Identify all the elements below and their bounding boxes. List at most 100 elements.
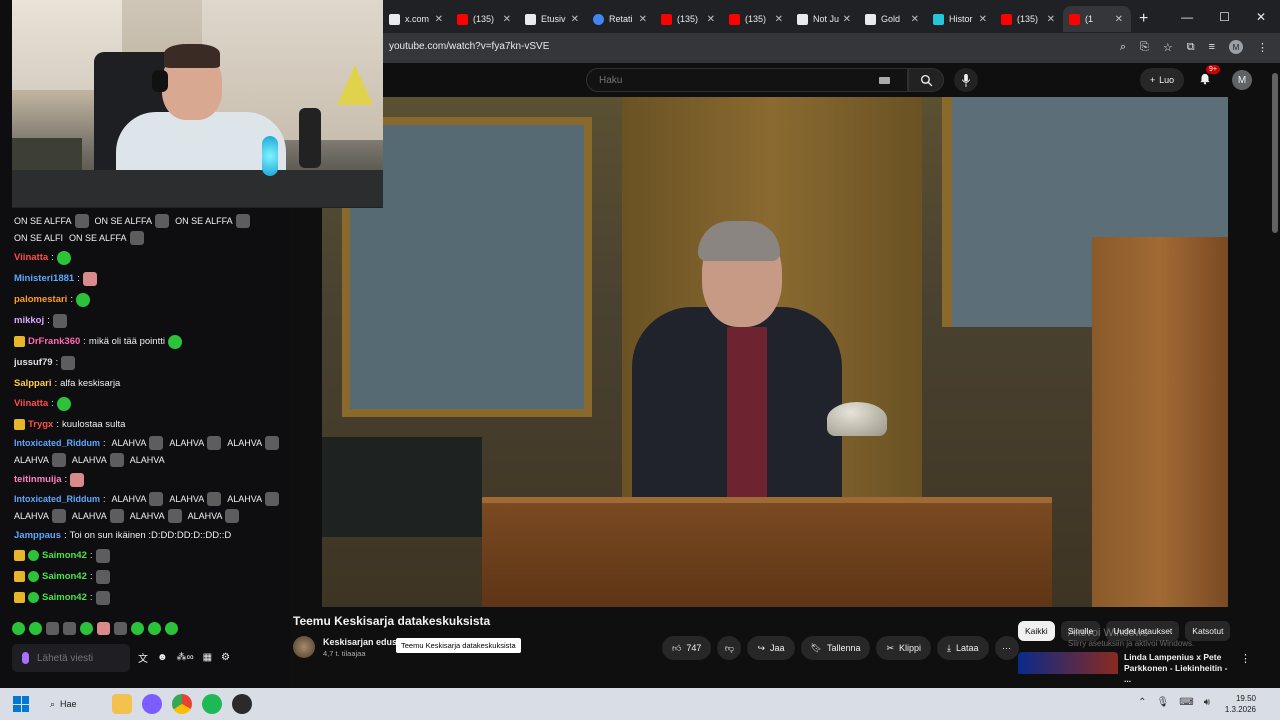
browser-menu-icon[interactable]: ⋮ [1257, 41, 1268, 54]
chat-username[interactable]: Saimon42 [42, 591, 87, 604]
browser-tab[interactable]: Etusiv ✕ [519, 6, 587, 32]
emote-icon[interactable] [97, 622, 110, 635]
search-box[interactable] [586, 68, 908, 92]
clip-button[interactable]: ✂ Klippi [876, 636, 932, 660]
close-icon[interactable]: ✕ [1115, 14, 1123, 25]
chat-username[interactable]: Ministeri1881 [14, 272, 74, 285]
channel-avatar[interactable] [293, 636, 315, 658]
recommended-thumbnail[interactable] [1018, 652, 1118, 674]
channel-points-icon[interactable] [22, 652, 29, 664]
obs-icon[interactable] [232, 694, 252, 714]
extension-icon[interactable]: ⁂∞ [177, 652, 194, 663]
chat-username[interactable]: Intoxicated_Riddum [14, 438, 100, 448]
browser-tab[interactable]: (135) ✕ [995, 6, 1063, 32]
emote-icon[interactable] [63, 622, 76, 635]
browser-tab[interactable]: Not Ju ✕ [791, 6, 859, 32]
zoom-icon[interactable]: ⌕ [1120, 41, 1126, 54]
close-icon[interactable]: ✕ [639, 14, 647, 25]
volume-icon[interactable]: 🔊︎ [1204, 697, 1210, 708]
emote-menu-icon[interactable]: ☻ [157, 652, 168, 663]
microphone-icon[interactable]: 🎙︎ [1157, 697, 1170, 708]
chat-username[interactable]: jussuf79 [14, 356, 53, 369]
close-window-icon[interactable]: ✕ [1256, 10, 1266, 24]
emote-icon[interactable] [29, 622, 42, 635]
keyboard-icon[interactable] [879, 76, 890, 84]
close-icon[interactable]: ✕ [911, 14, 919, 25]
emote-icon[interactable] [80, 622, 93, 635]
extensions-icon[interactable]: ⧉ [1187, 41, 1195, 54]
store-icon[interactable]: ▦ [203, 652, 212, 663]
filter-chip-all[interactable]: Kaikki [1018, 621, 1055, 641]
chevron-up-icon[interactable]: ⌃ [1138, 697, 1146, 708]
create-button[interactable]: + Luo [1140, 68, 1184, 92]
chat-username[interactable]: teitinmuija [14, 473, 62, 486]
profile-avatar[interactable]: M [1229, 40, 1243, 54]
recommended-video[interactable]: Linda Lampenius x Pete Parkkonen - Lieki… [1018, 652, 1251, 685]
emote-icon[interactable] [131, 622, 144, 635]
dislike-button[interactable]: 👎︎ [717, 636, 742, 660]
download-button[interactable]: ⤓ Lataa [937, 636, 989, 660]
video-player[interactable] [322, 97, 1228, 607]
browser-tab[interactable]: (135) ✕ [655, 6, 723, 32]
browser-tab[interactable]: (135) ✕ [451, 6, 519, 32]
network-icon[interactable]: ⌨ [1179, 697, 1193, 708]
chat-username[interactable]: palomestari [14, 293, 67, 306]
close-icon[interactable]: ✕ [843, 14, 851, 25]
settings-gear-icon[interactable]: ⚙ [221, 652, 230, 663]
close-icon[interactable]: ✕ [979, 14, 987, 25]
emote-icon[interactable] [12, 622, 25, 635]
browser-tab[interactable]: x.com ✕ [383, 6, 451, 32]
close-icon[interactable]: ✕ [1047, 14, 1055, 25]
translate-icon[interactable]: 文 [138, 650, 148, 665]
share-button[interactable]: ↪ Jaa [747, 636, 795, 660]
page-scrollbar[interactable] [1270, 63, 1280, 677]
voice-search-button[interactable] [954, 68, 978, 92]
close-icon[interactable]: ✕ [707, 14, 715, 25]
cast-icon[interactable]: ⎘ [1140, 41, 1149, 54]
close-icon[interactable]: ✕ [775, 14, 783, 25]
discord-icon[interactable] [142, 694, 162, 714]
scrollbar-thumb[interactable] [1272, 73, 1278, 233]
notifications-button[interactable]: 9+ [1198, 65, 1220, 87]
close-icon[interactable]: ✕ [503, 14, 511, 25]
windows-start-icon[interactable] [13, 696, 29, 712]
chat-username[interactable]: DrFrank360 [28, 335, 80, 348]
browser-tab-active[interactable]: (1 ✕ [1063, 6, 1131, 32]
minimize-icon[interactable]: — [1181, 10, 1193, 24]
chat-username[interactable]: Saimon42 [42, 570, 87, 583]
url-field[interactable]: youtube.com/watch?v=fya7kn-vSVE [389, 41, 549, 52]
browser-tab[interactable]: Gold ✕ [859, 6, 927, 32]
recommended-title[interactable]: Linda Lampenius x Pete Parkkonen - Lieki… [1124, 652, 1234, 685]
account-avatar[interactable]: M [1232, 70, 1252, 90]
chat-input-box[interactable] [12, 644, 130, 672]
channel-name[interactable]: Keskisarjan edus [323, 637, 397, 647]
taskbar-search[interactable]: ⌕ Hae [50, 694, 100, 714]
chat-username[interactable]: Viinatta [14, 251, 48, 264]
chrome-icon[interactable] [172, 694, 192, 714]
emote-icon[interactable] [114, 622, 127, 635]
bookmark-star-icon[interactable]: ☆ [1163, 41, 1173, 54]
chat-username[interactable]: Viinatta [14, 397, 48, 410]
browser-tab[interactable]: Retati ✕ [587, 6, 655, 32]
browser-tab[interactable]: Histor ✕ [927, 6, 995, 32]
browser-tab[interactable]: (135) ✕ [723, 6, 791, 32]
like-button[interactable]: 👍︎ 747 [662, 636, 712, 660]
more-actions-button[interactable]: ⋯ [994, 636, 1019, 660]
chat-username[interactable]: Jamppaus [14, 529, 61, 542]
chat-username[interactable]: Trygx [28, 418, 53, 431]
chat-message-input[interactable] [37, 652, 117, 664]
close-icon[interactable]: ✕ [435, 14, 443, 25]
chat-username[interactable]: Salppari [14, 377, 52, 390]
chat-username[interactable]: mikkoj [14, 314, 44, 327]
chat-username[interactable]: Intoxicated_Riddum [14, 494, 100, 504]
spotify-icon[interactable] [202, 694, 222, 714]
emote-icon[interactable] [46, 622, 59, 635]
search-button[interactable] [908, 68, 944, 92]
file-explorer-icon[interactable] [112, 694, 132, 714]
more-icon[interactable]: ⋮ [1240, 652, 1251, 685]
media-controls-icon[interactable]: ≡ [1209, 41, 1215, 53]
new-tab-button[interactable]: + [1139, 10, 1148, 28]
emote-icon[interactable] [148, 622, 161, 635]
search-input[interactable] [599, 74, 879, 86]
emote-icon[interactable] [165, 622, 178, 635]
